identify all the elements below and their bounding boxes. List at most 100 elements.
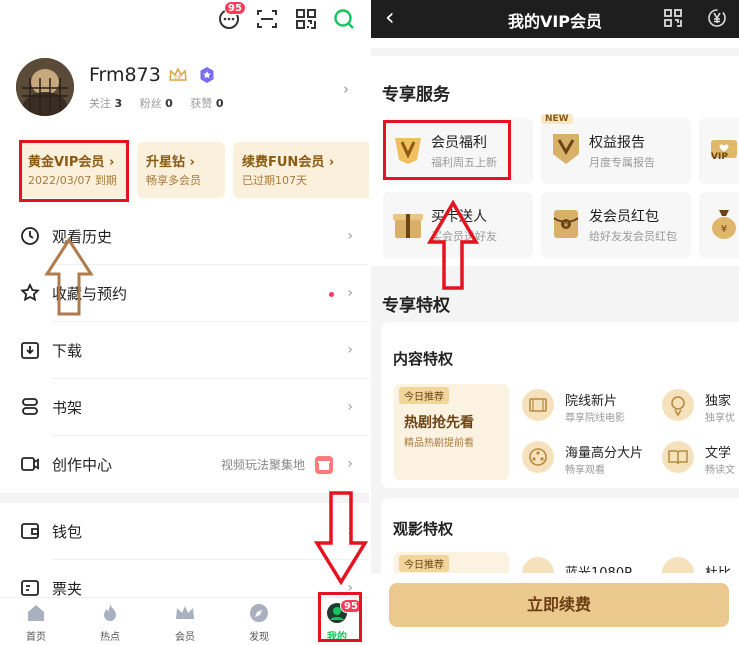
stat-following[interactable]: 关注 3 (89, 97, 122, 110)
gift-icon (314, 455, 334, 475)
menu-creator[interactable]: 创作中心 视频玩法聚集地 › (0, 436, 369, 493)
avatar[interactable] (16, 58, 74, 116)
money-bag-icon: ¥ (709, 206, 739, 240)
annotation-box-welfare (383, 120, 511, 180)
red-dot (329, 292, 334, 297)
chevron-right-icon: › (347, 285, 353, 301)
star-icon (20, 283, 40, 303)
exclusive-icon (661, 388, 695, 422)
service-benefit-report-sub: 月度专属报告 (589, 156, 655, 169)
menu-creator-hint: 视频玩法聚集地 (220, 458, 305, 472)
report-v-icon (549, 130, 583, 166)
service-red-packet[interactable]: ¥ 发会员红包 给好友发会员红包 (541, 192, 691, 258)
annotation-arrow-down (313, 490, 369, 586)
profile-screen: 95 Frm873 VIP 关注 3 粉丝 0 获赞 0 › 黄金VIP会员 ›… (0, 0, 369, 645)
priv-highscore[interactable]: 海量高分大片 畅享观看 (521, 440, 651, 480)
qrcode-icon[interactable] (663, 8, 683, 28)
annotation-arrow-up (44, 237, 94, 316)
renew-button[interactable]: 立即续费 (389, 583, 729, 627)
search-icon[interactable] (333, 8, 355, 30)
video-camera-icon (20, 454, 40, 474)
vip-card-fun[interactable]: 续费FUN会员 › 已过期107天 (233, 142, 369, 198)
profile-stats: 关注 3 粉丝 0 获赞 0 (89, 95, 223, 111)
nav-discover-label: 发现 (249, 632, 269, 643)
menu-bookshelf-label: 书架 (52, 399, 83, 417)
promo-sub: 精品热剧提前看 (404, 438, 474, 449)
service-benefit-report-title: 权益报告 (589, 135, 645, 151)
vip-card-star-title: 升星钻 › (146, 155, 195, 170)
crown-icon: VIP (168, 67, 188, 83)
priv-literature-sub: 畅读文 (705, 465, 735, 476)
priv-literature[interactable]: 文学 畅读文 (661, 440, 739, 480)
new-badge: NEW (541, 114, 573, 124)
vip-header: ‹ 我的VIP会员 (371, 0, 739, 38)
vip-card-fun-sub: 已过期107天 (242, 174, 307, 187)
nav-discover[interactable]: 发现 (237, 602, 281, 644)
menu-bookshelf[interactable]: 书架 › (0, 379, 369, 436)
yen-circle-icon[interactable] (707, 8, 727, 28)
nav-hot-label: 热点 (100, 632, 120, 643)
reel-icon (521, 440, 555, 474)
chevron-right-icon: › (347, 399, 353, 415)
menu-download[interactable]: 下载 › (0, 322, 369, 379)
priv-exclusive-title: 独家 (705, 394, 732, 409)
priv-highscore-title: 海量高分大片 (565, 446, 644, 461)
vip-card-fun-title: 续费FUN会员 › (242, 155, 335, 170)
nav-home-label: 首页 (26, 632, 46, 643)
svg-text:VIP: VIP (174, 75, 182, 81)
content-privileges-title: 内容特权 (393, 350, 454, 368)
services-title: 专享服务 (382, 85, 450, 105)
vip-card-star-sub: 畅享多会员 (146, 174, 201, 187)
film-icon (521, 388, 555, 422)
priv-cinema[interactable]: 院线新片 尊享院线电影 (521, 388, 641, 428)
vip-header-title: 我的VIP会员 (507, 12, 603, 31)
flame-icon (104, 604, 116, 621)
top-card-remnant (371, 38, 739, 48)
menu-download-label: 下载 (52, 342, 83, 360)
today-tag: 今日推荐 (399, 387, 449, 404)
download-icon (20, 340, 40, 360)
svg-text:¥: ¥ (721, 224, 727, 235)
compass-icon (250, 604, 268, 622)
nav-vip[interactable]: 会员 (163, 602, 207, 644)
annotation-box-me (318, 592, 362, 642)
service-benefit-report[interactable]: NEW 权益报告 月度专属报告 (541, 114, 691, 184)
book-icon (661, 440, 695, 474)
level-badge-icon (199, 66, 215, 84)
priv-exclusive-sub: 独享优 (705, 413, 735, 424)
vip-card-star[interactable]: 升星钻 › 畅享多会员 (137, 142, 225, 198)
viewing-today-tag: 今日推荐 (399, 555, 449, 572)
chevron-right-icon: › (347, 456, 353, 472)
stat-fans[interactable]: 粉丝 0 (140, 97, 173, 110)
vip-tag: VIP (711, 152, 728, 162)
promo-title: 热剧抢先看 (404, 415, 474, 431)
profile-chevron-icon[interactable]: › (343, 80, 349, 98)
chevron-right-icon: › (347, 228, 353, 244)
stat-likes[interactable]: 获赞 0 (190, 97, 223, 110)
service-vip-partial[interactable]: VIP (699, 118, 739, 184)
clock-icon (20, 226, 40, 246)
vip-screen: ‹ 我的VIP会员 专享服务 会员福利 福利周五上新 NEW 权益报告 月度专属… (371, 0, 739, 645)
priv-literature-title: 文学 (705, 446, 732, 461)
today-recommend-card[interactable]: 今日推荐 热剧抢先看 精品热剧提前看 (394, 384, 509, 480)
service-partial-2[interactable]: ¥ (699, 192, 739, 258)
annotation-arrow-up-red (426, 199, 480, 290)
nav-hot[interactable]: 热点 (88, 602, 132, 644)
nav-vip-label: 会员 (175, 632, 195, 643)
qrcode-icon[interactable] (295, 8, 317, 30)
chevron-right-icon: › (347, 342, 353, 358)
ticket-icon (20, 578, 40, 598)
menu-wallet-label: 钱包 (52, 523, 83, 541)
service-red-packet-title: 发会员红包 (589, 209, 659, 225)
priv-cinema-sub: 尊享院线电影 (565, 413, 625, 424)
nav-home[interactable]: 首页 (14, 602, 58, 644)
annotation-box-vip (19, 140, 129, 202)
scan-icon[interactable] (256, 8, 278, 30)
crown-nav-icon (176, 606, 194, 619)
username: Frm873 (89, 64, 161, 86)
priv-exclusive[interactable]: 独家 独享优 (661, 388, 739, 428)
priv-cinema-title: 院线新片 (565, 394, 618, 409)
message-badge: 95 (224, 1, 246, 15)
viewing-privileges-title: 观影特权 (393, 520, 454, 538)
menu-creator-label: 创作中心 (52, 456, 113, 474)
